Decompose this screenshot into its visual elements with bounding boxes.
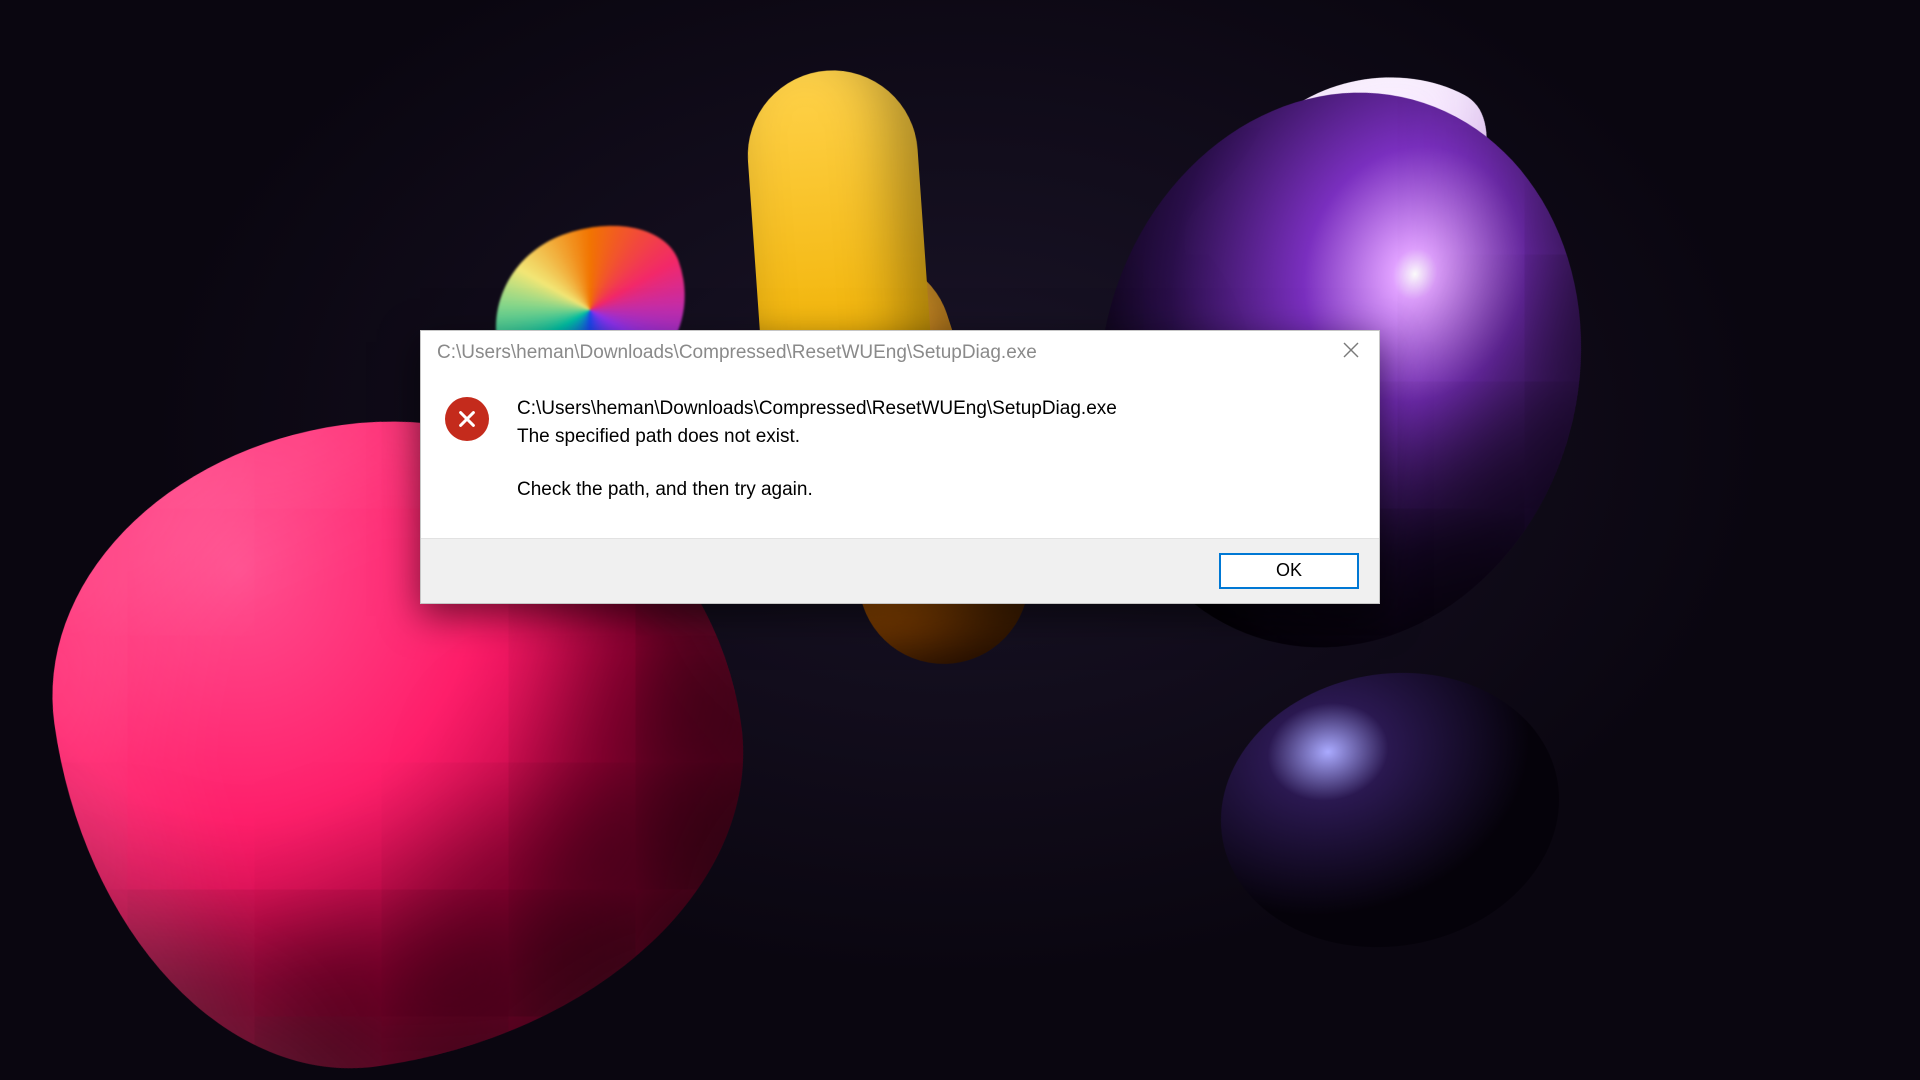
message-line2: The specified path does not exist. [517, 423, 1117, 451]
error-icon [445, 397, 489, 441]
dialog-footer: OK [421, 538, 1379, 603]
close-icon [1343, 342, 1359, 364]
error-dialog: C:\Users\heman\Downloads\Compressed\Rese… [420, 330, 1380, 604]
message-path: C:\Users\heman\Downloads\Compressed\Rese… [517, 395, 1117, 423]
dialog-message: C:\Users\heman\Downloads\Compressed\Rese… [517, 395, 1117, 504]
window-title: C:\Users\heman\Downloads\Compressed\Rese… [437, 342, 1323, 364]
message-line3: Check the path, and then try again. [517, 476, 1117, 504]
ok-button[interactable]: OK [1219, 553, 1359, 589]
close-button[interactable] [1323, 331, 1379, 375]
titlebar[interactable]: C:\Users\heman\Downloads\Compressed\Rese… [421, 331, 1379, 375]
wallpaper-shape [1199, 647, 1581, 974]
dialog-body: C:\Users\heman\Downloads\Compressed\Rese… [421, 375, 1379, 538]
